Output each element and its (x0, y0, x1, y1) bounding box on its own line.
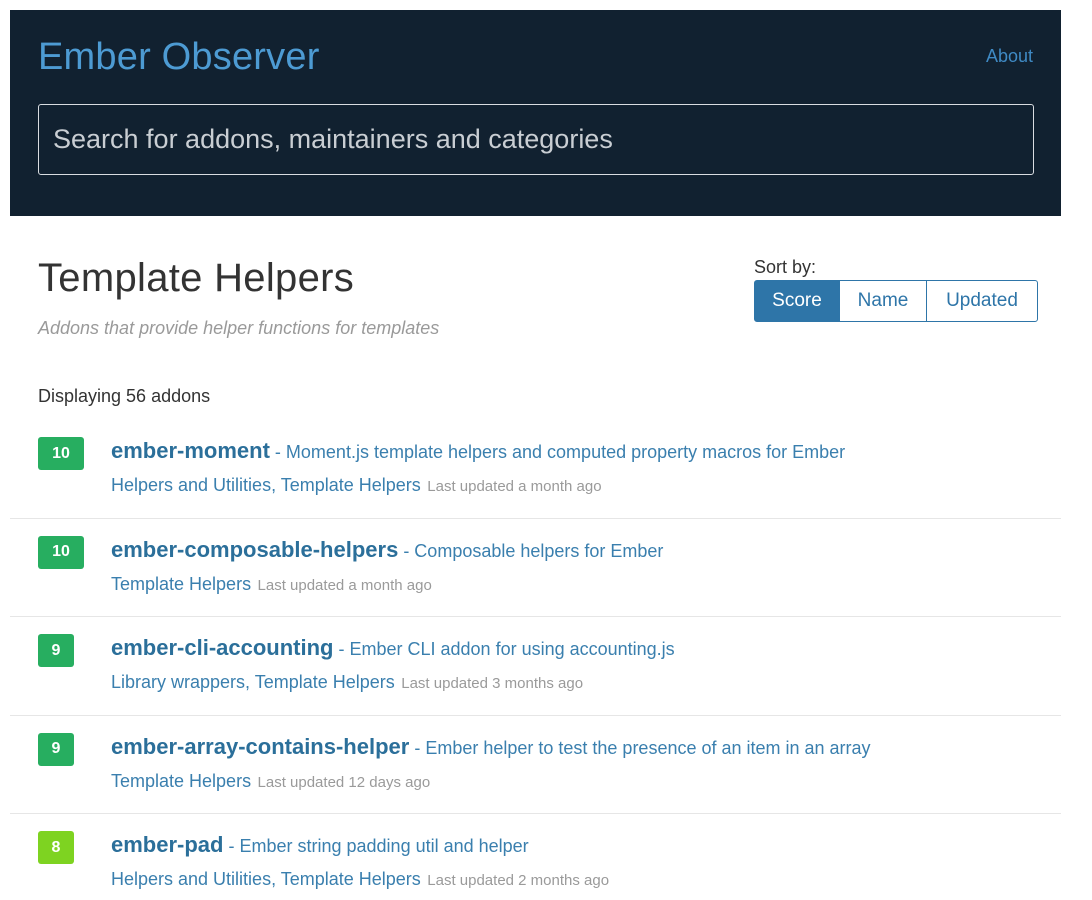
site-header: Ember Observer About (10, 10, 1061, 216)
addon-name-link[interactable]: ember-composable-helpers (111, 537, 398, 562)
page-subtitle: Addons that provide helper functions for… (38, 318, 440, 338)
addon-row: 9 ember-array-contains-helper - Ember he… (10, 716, 1061, 814)
score-badge: 10 (38, 437, 84, 470)
sort-button-group: Score Name Updated (754, 280, 1038, 322)
sort-name-button[interactable]: Name (839, 280, 927, 322)
addon-row: 10 ember-moment - Moment.js template hel… (10, 420, 1061, 519)
addon-last-updated: Last updated a month ago (427, 478, 602, 495)
addon-name-link[interactable]: ember-array-contains-helper (111, 734, 409, 759)
score-badge: 9 (38, 634, 74, 667)
addon-description: - Ember CLI addon for using accounting.j… (333, 639, 675, 659)
score-badge: 8 (38, 831, 74, 864)
addon-row: 10 ember-composable-helpers - Composable… (10, 519, 1061, 617)
addon-categories-link[interactable]: Template Helpers (111, 771, 251, 791)
addon-last-updated: Last updated a month ago (257, 576, 432, 594)
score-badge: 10 (38, 535, 84, 569)
addon-categories-link[interactable]: Helpers and Utilities, Template Helpers (111, 869, 421, 889)
site-title-link[interactable]: Ember Observer (38, 36, 320, 79)
sort-label: Sort by: (754, 257, 817, 277)
addon-count-text: Displaying 56 addons (38, 386, 211, 406)
addon-name-link[interactable]: ember-moment (111, 438, 270, 463)
sort-score-button[interactable]: Score (754, 280, 840, 322)
sort-updated-button[interactable]: Updated (926, 280, 1038, 322)
addon-list: 10 ember-moment - Moment.js template hel… (10, 420, 1061, 900)
addon-name-link[interactable]: ember-cli-accounting (111, 635, 333, 660)
addon-last-updated: Last updated 12 days ago (257, 773, 431, 791)
addon-description: - Ember string padding util and helper (223, 836, 529, 856)
addon-row: 8 ember-pad - Ember string padding util … (10, 814, 1061, 900)
addon-row: 9 ember-cli-accounting - Ember CLI addon… (10, 617, 1061, 716)
addon-last-updated: Last updated 2 months ago (427, 872, 610, 889)
addon-name-link[interactable]: ember-pad (111, 832, 223, 857)
addon-last-updated: Last updated 3 months ago (401, 675, 584, 692)
score-badge: 9 (38, 732, 74, 766)
addon-description: - Ember helper to test the presence of a… (409, 737, 871, 758)
addon-description: - Moment.js template helpers and compute… (269, 442, 846, 462)
addon-categories-link[interactable]: Library wrappers, Template Helpers (111, 672, 395, 692)
addon-categories-link[interactable]: Helpers and Utilities, Template Helpers (111, 475, 421, 495)
search-input[interactable] (38, 104, 1034, 175)
page-title: Template Helpers (38, 256, 355, 300)
addon-categories-link[interactable]: Template Helpers (111, 574, 251, 594)
addon-description: - Composable helpers for Ember (398, 540, 664, 561)
about-link[interactable]: About (986, 46, 1033, 67)
